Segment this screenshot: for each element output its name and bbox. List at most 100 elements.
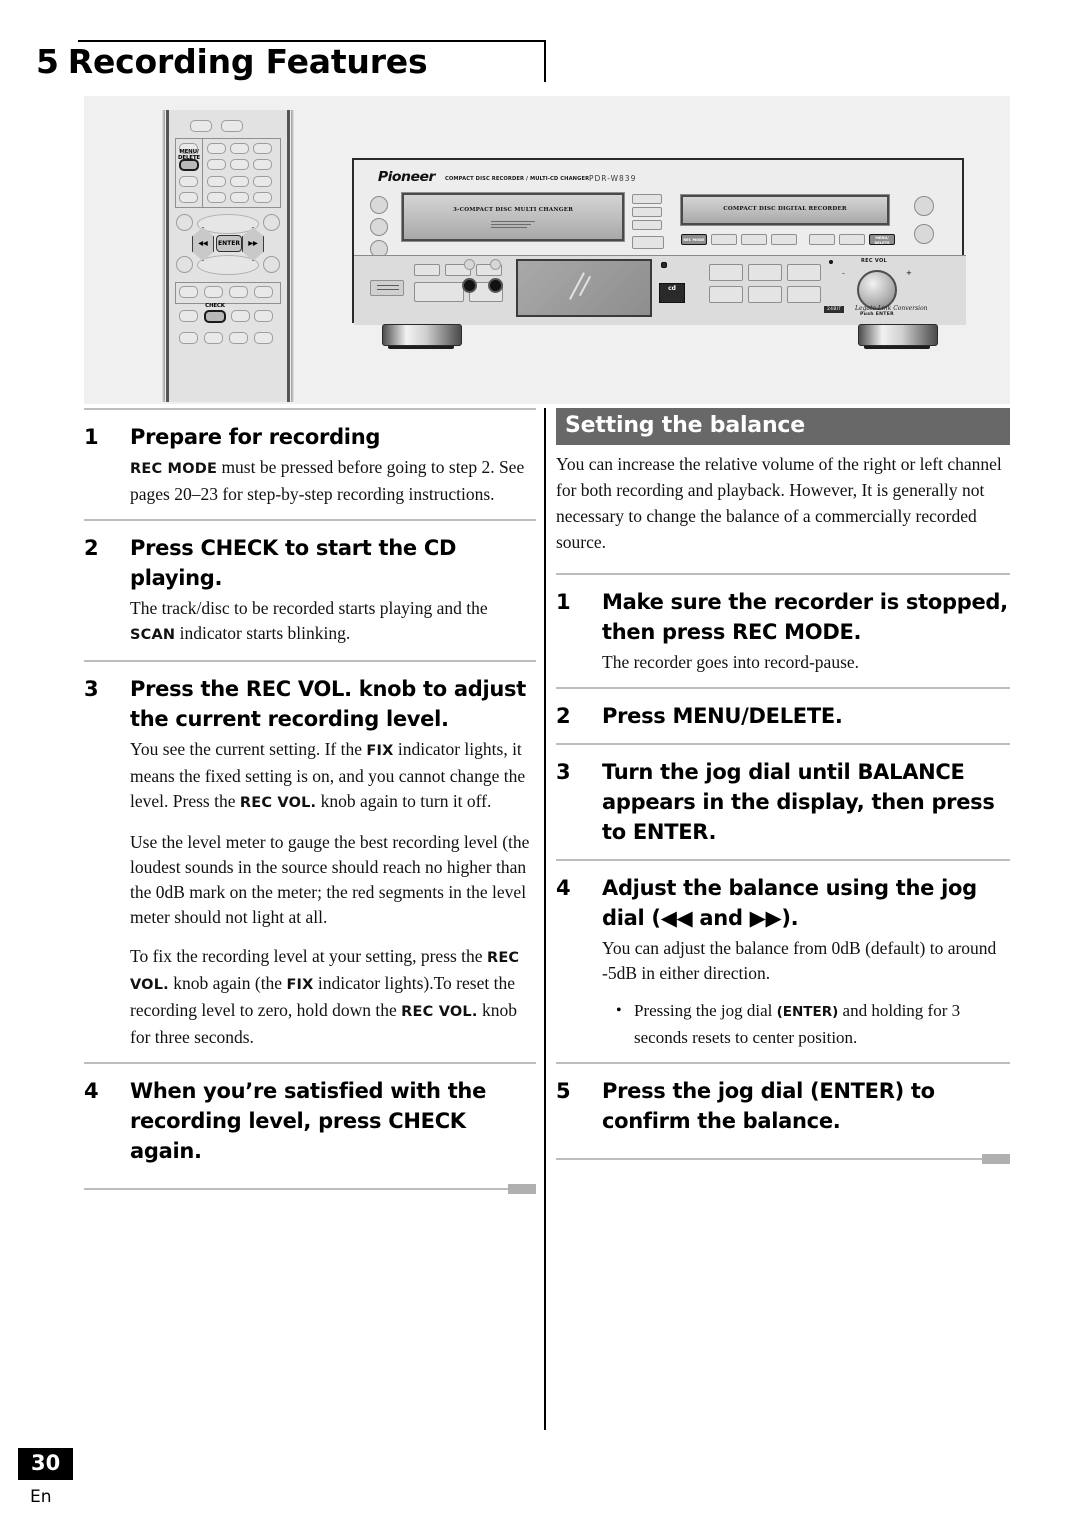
remote-button-r3c2 [207, 176, 226, 187]
remote-button-check[interactable] [204, 310, 226, 323]
unit-recorder-button-2[interactable] [711, 234, 737, 245]
step-title: Press the jog dial (ENTER) to confirm th… [602, 1079, 935, 1133]
section-header: Setting the balance [556, 408, 1010, 445]
step-content: Press CHECK to start the CD playing. The… [130, 533, 536, 648]
step-content: Press MENU/DELETE. [602, 701, 1010, 731]
unit-recorder-button-5[interactable] [809, 234, 835, 245]
section-rule [556, 743, 1010, 745]
remote-button-b2c1 [179, 310, 198, 322]
remote-button-b1c3 [229, 286, 248, 298]
unit-changer-button-2[interactable] [632, 207, 662, 217]
remote-button-r4c1 [179, 192, 198, 203]
step-number: 4 [84, 1079, 99, 1103]
remote-edge-right [291, 110, 295, 402]
unit-lower-button-4[interactable] [414, 282, 464, 302]
unit-recorder-button-3[interactable] [741, 234, 767, 245]
unit-lower-right-button-6[interactable] [787, 286, 821, 303]
step-content: Press the jog dial (ENTER) to confirm th… [602, 1076, 1010, 1136]
unit-indicator [661, 262, 667, 268]
section-rule [84, 408, 536, 410]
step-content: Prepare for recording REC MODE must be p… [130, 422, 536, 507]
legato-24bit-badge: 24BIT [824, 306, 845, 313]
unit-lower-button-1[interactable] [414, 264, 440, 276]
unit-round-button-right-2[interactable] [914, 224, 934, 244]
unit-changer-button-4[interactable] [632, 236, 664, 249]
remote-button-r1c4 [253, 143, 272, 154]
remote-button-r4c2 [207, 192, 226, 203]
remote-button-b3c3 [229, 332, 248, 344]
unit-changer-button-3[interactable] [632, 220, 662, 230]
unit-recorder-button-6[interactable] [839, 234, 865, 245]
step-title: Press MENU/DELETE. [602, 704, 843, 728]
page-number-badge: 30 [18, 1448, 74, 1480]
rec-vol-plus-icon: + [906, 269, 912, 277]
chapter-title-text: Recording Features [67, 42, 428, 81]
step-title: Press CHECK to start the CD playing. [130, 536, 457, 590]
unit-lower-right-button-5[interactable] [748, 286, 782, 303]
inline-bold: (ENTER) [776, 1004, 839, 1020]
unit-round-button-1[interactable] [370, 196, 388, 214]
unit-lower-right-button-2[interactable] [748, 264, 782, 281]
remote-button-top-left [190, 120, 212, 132]
rec-vol-label: REC VOL [861, 258, 887, 264]
section-rule [84, 519, 536, 521]
step-paragraph: REC MODE must be pressed before going to… [130, 455, 536, 507]
changer-tray-label: 3-COMPACT DISC MULTI CHANGER [452, 207, 574, 213]
remote-button-b1c4 [254, 286, 273, 298]
unit-lower-slot [370, 280, 404, 296]
step-title: Make sure the recorder is stopped, then … [602, 590, 1008, 644]
inline-bold: FIX [366, 743, 394, 759]
remote-button-r4c3 [230, 192, 249, 203]
remote-button-b3c1 [179, 332, 198, 344]
step-number: 5 [556, 1079, 571, 1103]
remote-button-corner-br [263, 256, 280, 273]
remote-button-r3c4 [253, 176, 272, 187]
inline-text: To fix the recording level at your setti… [130, 946, 487, 966]
inline-bold: REC VOL. [239, 795, 317, 811]
remote-button-r2c4 [253, 159, 272, 170]
step-number: 1 [84, 425, 99, 449]
unit-subtitle: COMPACT DISC RECORDER / MULTI-CD CHANGER [445, 176, 590, 182]
unit-rec-mode-button[interactable]: REC MODE [681, 234, 707, 245]
page-language-label: En [30, 1487, 52, 1507]
unit-menu-delete-button[interactable]: MENU/ DELETE [869, 234, 895, 245]
remote-button-r4c4 [253, 192, 272, 203]
remote-button-r1c3 [230, 143, 249, 154]
step-title: Prepare for recording [130, 425, 381, 449]
unit-foot-right [858, 324, 938, 346]
step-title: Press the REC VOL. knob to adjust the cu… [130, 677, 526, 731]
unit-front-panel: Pioneer COMPACT DISC RECORDER / MULTI-CD… [352, 158, 966, 325]
changer-tray-grille [491, 221, 535, 230]
inline-text: knob again to turn it off. [316, 791, 492, 811]
recorder-tray-label: COMPACT DISC DIGITAL RECORDER [723, 206, 847, 212]
legato-link-text: Legato Link Conversion [855, 305, 928, 312]
unit-lower-right-button-1[interactable] [709, 264, 743, 281]
inline-text: The track/disc to be recorded starts pla… [130, 598, 488, 618]
step-title: Turn the jog dial until BALANCE appears … [602, 760, 995, 844]
section-end-rule [556, 1154, 1010, 1164]
recorder-disc-tray: COMPACT DISC DIGITAL RECORDER [680, 194, 890, 226]
inline-bold: FIX [286, 977, 314, 993]
step-content: Press the REC VOL. knob to adjust the cu… [130, 674, 536, 1050]
remote-button-r3c3 [230, 176, 249, 187]
unit-knob-small-2 [490, 259, 501, 270]
unit-lower-right-button-3[interactable] [787, 264, 821, 281]
remote-button-r2c3 [230, 159, 249, 170]
unit-display-window [516, 259, 652, 317]
step-title: Adjust the balance using the jog dial (◀… [602, 876, 977, 930]
unit-round-button-right-1[interactable] [914, 196, 934, 216]
rec-vol-minus-icon: – [842, 270, 845, 277]
step-number: 1 [556, 590, 571, 614]
step-item: 2 Press MENU/DELETE. [556, 701, 1010, 731]
rec-vol-knob[interactable] [857, 270, 897, 310]
unit-changer-button-1[interactable] [632, 194, 662, 204]
compact-disc-logo: cd [659, 283, 685, 303]
remote-enter-button[interactable]: ENTER [216, 235, 242, 252]
unit-recorder-button-4[interactable] [771, 234, 797, 245]
unit-lower-right-button-4[interactable] [709, 286, 743, 303]
step-number: 2 [556, 704, 571, 728]
step-content: When you’re satisfied with the recording… [130, 1076, 536, 1166]
unit-round-button-2[interactable] [370, 218, 388, 236]
remote-button-b3c2 [204, 332, 223, 344]
step-number: 4 [556, 876, 571, 900]
